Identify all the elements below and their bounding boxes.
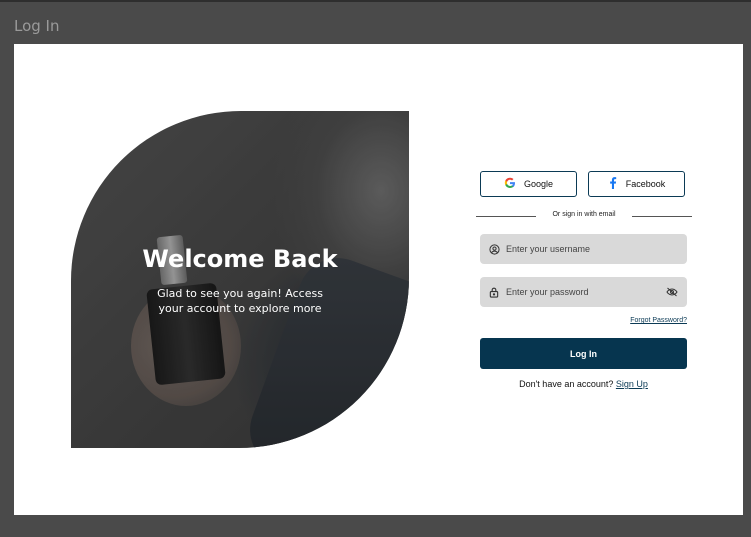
- password-field[interactable]: [480, 277, 687, 307]
- signup-link[interactable]: Sign Up: [616, 379, 648, 389]
- login-card: Welcome Back Glad to see you again! Acce…: [14, 44, 743, 515]
- forgot-password-link[interactable]: Forgot Password?: [574, 317, 687, 324]
- facebook-signin-button[interactable]: Facebook: [588, 171, 685, 197]
- google-icon: [504, 177, 516, 191]
- hero-subtitle: Glad to see you again! Access your accou…: [157, 287, 323, 315]
- signup-prompt-text: Don't have an account?: [519, 379, 614, 389]
- user-circle-icon: [488, 243, 500, 255]
- window-top-border: [0, 0, 751, 2]
- google-button-label: Google: [523, 179, 554, 189]
- hero-title: Welcome Back: [142, 245, 338, 273]
- password-input[interactable]: [506, 287, 665, 297]
- divider-line-right: [632, 216, 692, 217]
- google-signin-button[interactable]: Google: [480, 171, 577, 197]
- facebook-button-label: Facebook: [625, 179, 666, 189]
- login-button[interactable]: Log In: [480, 338, 687, 369]
- username-input[interactable]: [506, 244, 679, 254]
- email-divider: Or sign in with email: [476, 211, 692, 221]
- hero-image-panel: Welcome Back Glad to see you again! Acce…: [71, 111, 409, 448]
- window-title: Log In: [14, 17, 60, 35]
- eye-off-icon[interactable]: [665, 286, 679, 298]
- hero-overlay: [71, 111, 409, 448]
- signup-prompt: Don't have an account? Sign Up: [480, 379, 687, 389]
- lock-icon: [488, 286, 500, 298]
- facebook-icon: [608, 177, 618, 191]
- username-field[interactable]: [480, 234, 687, 264]
